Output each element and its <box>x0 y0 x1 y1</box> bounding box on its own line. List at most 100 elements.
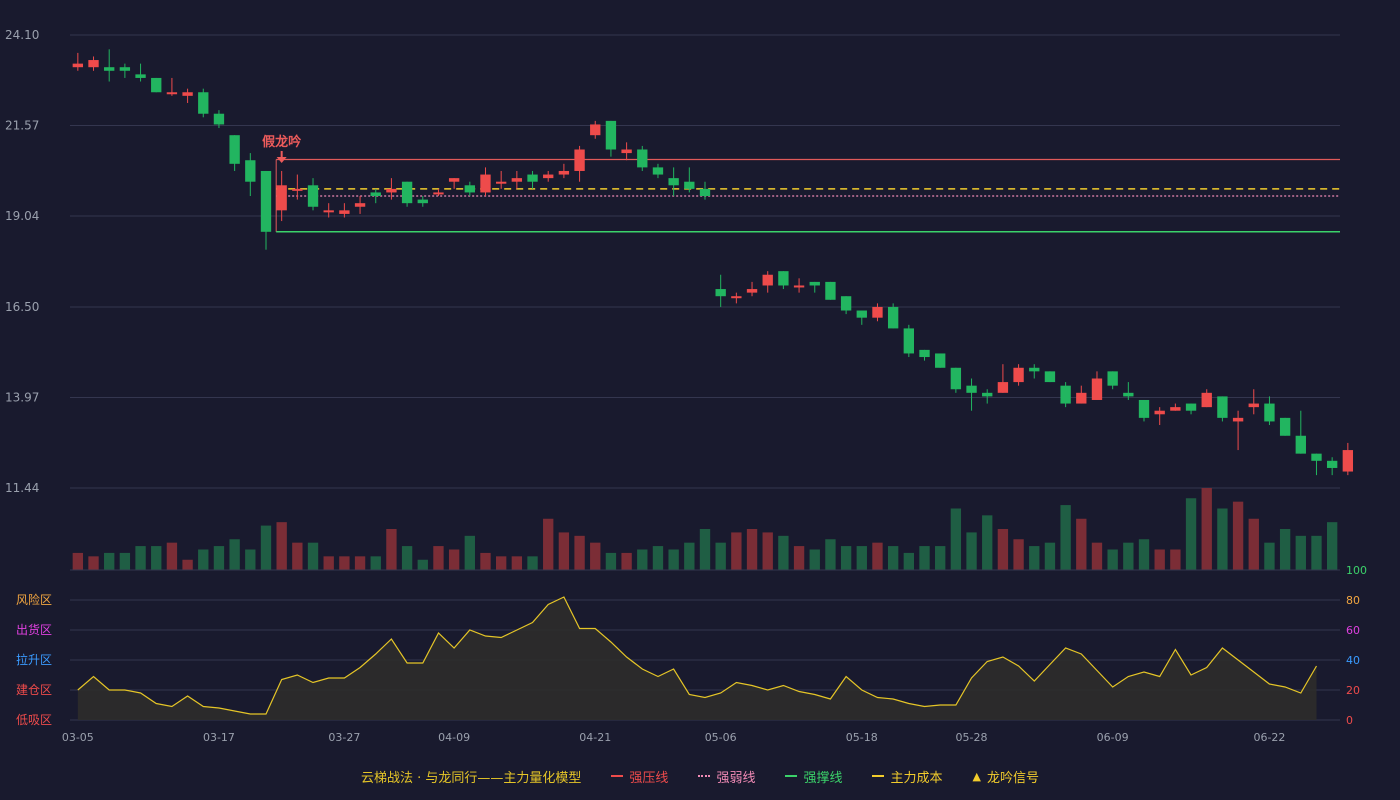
candle-body <box>1326 460 1338 468</box>
x-tick-label: 05-28 <box>956 731 988 744</box>
candle-body <box>699 188 711 197</box>
model-tick-label: 60 <box>1346 624 1360 637</box>
volume-bar <box>1264 542 1275 570</box>
volume-bar <box>151 546 162 570</box>
legend-cost-line[interactable]: 主力成本 <box>872 767 942 786</box>
candle-body <box>1029 367 1040 372</box>
candle-body <box>276 185 287 211</box>
candle-body <box>1279 417 1291 436</box>
volume-bar <box>1060 505 1071 570</box>
volume-bar <box>104 552 115 570</box>
candle-body <box>887 306 899 329</box>
candle-body <box>198 92 209 114</box>
model-zone-label: 拉升区 <box>16 652 52 667</box>
volume-bar <box>637 549 648 570</box>
candle-body <box>574 149 585 171</box>
volume-bar <box>370 556 381 570</box>
model-zone-label: 出货区 <box>16 622 52 637</box>
candle-body <box>480 174 491 193</box>
candle-body <box>1232 417 1244 422</box>
candle-body <box>966 385 977 393</box>
volume-bar <box>417 559 428 570</box>
candle-body <box>511 178 523 182</box>
volume-bar <box>605 552 617 570</box>
candle-body <box>495 181 507 184</box>
volume-bar <box>495 556 507 570</box>
volume-bar <box>433 546 444 570</box>
volume-bar <box>464 535 475 570</box>
candle-body <box>982 392 993 397</box>
volume-bar <box>1123 542 1134 570</box>
legend-pressure-line[interactable]: 强压线 <box>611 767 668 786</box>
candle-body <box>104 67 115 71</box>
chart-legend: 云梯战法 · 与龙同行——主力量化模型 强压线 强弱线 强撑线 主力成本 ▲ 龙… <box>0 764 1400 788</box>
candle-body <box>872 306 883 318</box>
volume-bar <box>401 546 413 570</box>
candle-body <box>1185 403 1197 411</box>
volume-bar <box>778 535 789 570</box>
candle-body <box>1013 367 1024 383</box>
x-tick-label: 03-17 <box>203 731 235 744</box>
candle-body <box>950 367 962 390</box>
volume-bar <box>260 525 272 570</box>
candle-body <box>778 271 789 286</box>
volume-bar <box>746 529 758 570</box>
legend-weak-label: 强弱线 <box>716 770 756 786</box>
model-tick-label: 100 <box>1346 564 1367 577</box>
volume-bar <box>198 549 209 570</box>
volume-bar <box>72 552 84 570</box>
volume-bar <box>1091 542 1103 570</box>
volume-bar <box>1154 549 1165 570</box>
volume-bar <box>323 556 334 570</box>
candle-body <box>1217 396 1228 418</box>
legend-cost-swatch <box>872 775 885 777</box>
x-tick-label: 03-27 <box>328 731 360 744</box>
price-tick-label: 19.04 <box>5 209 39 223</box>
volume-bar <box>574 535 585 570</box>
legend-signal[interactable]: ▲ 龙吟信号 <box>972 767 1038 786</box>
volume-bar <box>825 539 836 570</box>
legend-weak-swatch <box>698 775 711 777</box>
volume-bar <box>1232 501 1244 570</box>
candle-body <box>762 274 773 286</box>
candle-body <box>1123 392 1134 397</box>
model-area <box>77 597 1317 720</box>
price-tick-label: 24.10 <box>5 28 39 42</box>
volume-bar <box>166 542 178 570</box>
candle-body <box>72 63 84 68</box>
candle-body <box>1076 392 1087 404</box>
volume-bar <box>135 546 146 570</box>
volume-bar <box>950 508 962 570</box>
volume-bar <box>715 542 726 570</box>
candle-body <box>260 170 272 232</box>
volume-bar <box>856 546 867 570</box>
candle-body <box>903 328 915 354</box>
candle-body <box>1044 371 1056 383</box>
legend-weak-line[interactable]: 强弱线 <box>698 767 755 786</box>
volume-bar <box>590 542 601 570</box>
model-tick-label: 0 <box>1346 714 1353 727</box>
candle-body <box>793 285 805 288</box>
legend-support-line[interactable]: 强撑线 <box>785 767 842 786</box>
candle-body <box>182 92 193 96</box>
candle-body <box>464 185 475 193</box>
triangle-icon: ▲ <box>972 769 981 783</box>
candle-body <box>668 178 679 186</box>
volume-bar <box>872 542 883 570</box>
volume-bar <box>88 556 99 570</box>
x-tick-label: 03-05 <box>62 731 94 744</box>
volume-bar <box>684 542 695 570</box>
volume-bar <box>354 556 366 570</box>
volume-bar <box>339 556 350 570</box>
candle-body <box>840 296 852 311</box>
volume-bar <box>307 542 319 570</box>
volume-bar <box>621 552 632 570</box>
candle-body <box>1170 407 1181 411</box>
candle-body <box>229 135 240 164</box>
volume-bar <box>1044 542 1056 570</box>
volume-bar <box>903 552 915 570</box>
volume-bar <box>276 522 287 570</box>
volume-bar <box>1170 549 1181 570</box>
x-tick-label: 04-21 <box>579 731 611 744</box>
volume-bar <box>511 556 523 570</box>
